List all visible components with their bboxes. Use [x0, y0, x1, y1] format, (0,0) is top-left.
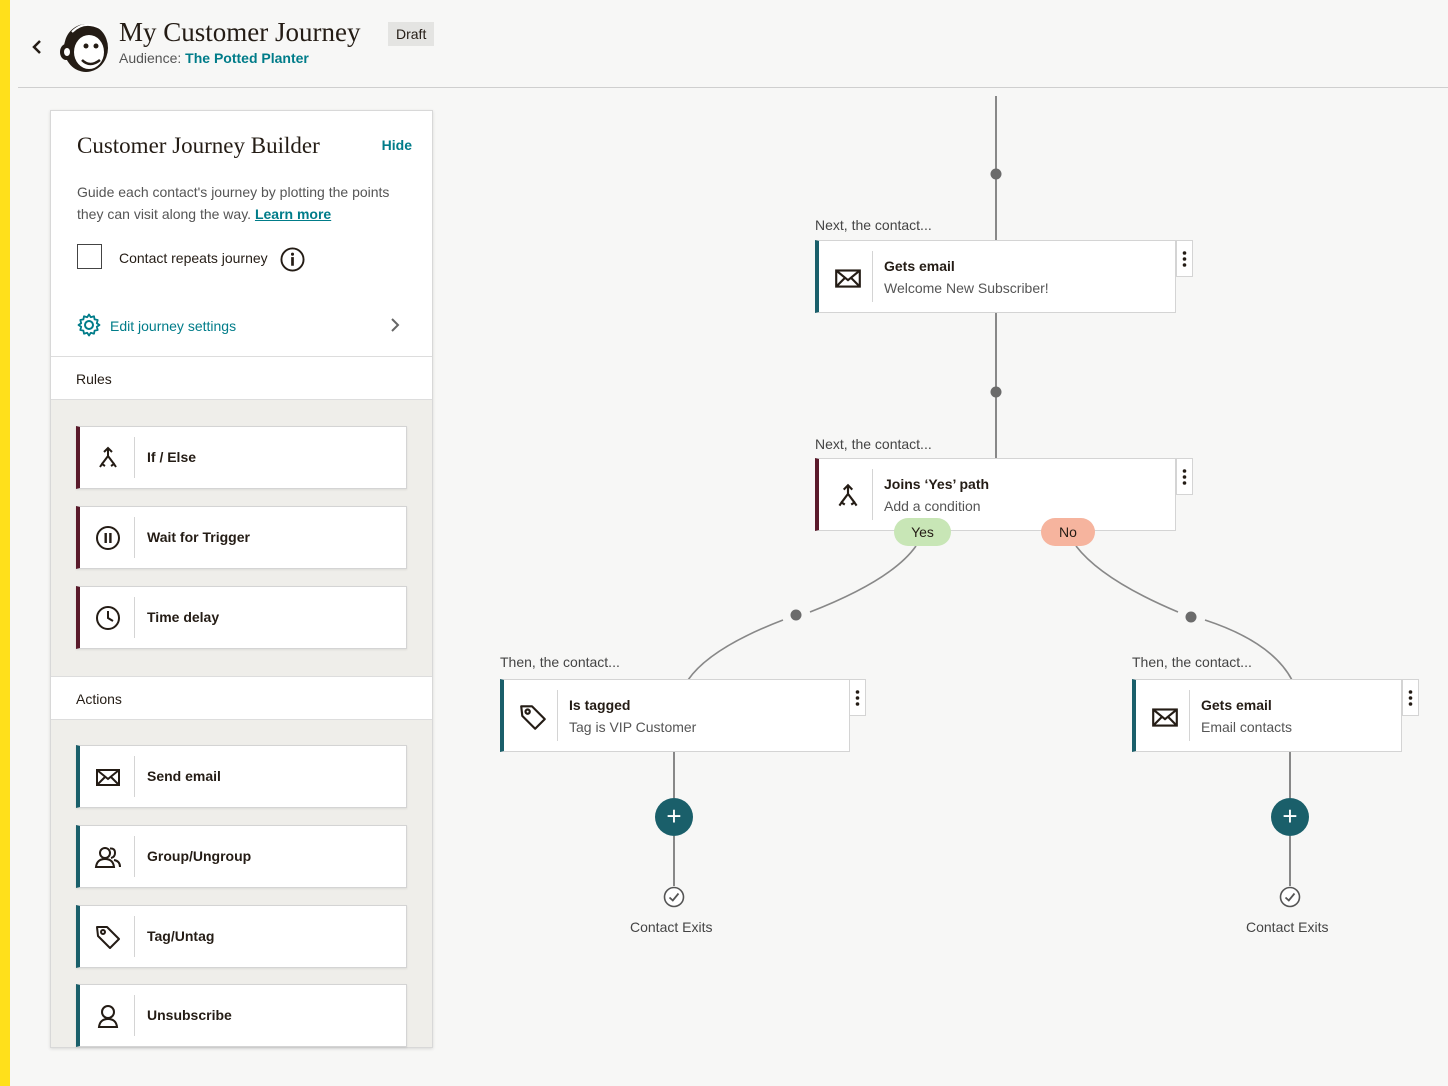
repeat-journey-checkbox[interactable] — [77, 244, 102, 269]
audience-label: Audience: — [119, 50, 182, 66]
step-prefix: Next, the contact... — [815, 436, 932, 452]
gear-icon — [77, 313, 101, 337]
hide-panel-button[interactable]: Hide — [382, 137, 412, 153]
step-prefix: Next, the contact... — [815, 217, 932, 233]
kebab-menu-icon — [855, 690, 860, 706]
panel-description: Guide each contact's journey by plotting… — [77, 181, 397, 225]
step-if-else[interactable]: Joins ‘Yes’ path Add a condition — [815, 458, 1176, 531]
step-title: Is tagged — [569, 697, 631, 713]
tag-icon — [520, 705, 546, 730]
tile-separator — [134, 995, 135, 1036]
branch-icon — [99, 446, 117, 468]
action-send-email[interactable]: Send email — [76, 745, 407, 808]
step-prefix: Then, the contact... — [500, 654, 620, 670]
contact-exits-label: Contact Exits — [1246, 919, 1329, 935]
action-unsubscribe[interactable]: Unsubscribe — [76, 984, 407, 1047]
step-subtitle: Welcome New Subscriber! — [884, 280, 1049, 296]
actions-section-header: Actions — [51, 676, 432, 720]
envelope-icon — [1152, 708, 1178, 727]
envelope-icon — [835, 269, 861, 288]
repeat-journey-label: Contact repeats journey — [119, 250, 268, 266]
tag-icon — [96, 926, 120, 949]
journey-canvas[interactable]: Next, the contact... Gets email Welcome … — [440, 90, 1448, 1086]
branch-icon — [838, 483, 858, 507]
step-gets-email[interactable]: Gets email Email contacts — [1132, 679, 1402, 752]
audience-name[interactable]: The Potted Planter — [185, 50, 309, 66]
yes-path-pill[interactable]: Yes — [894, 518, 951, 546]
kebab-menu-icon — [1182, 251, 1187, 267]
action-tag-untag[interactable]: Tag/Untag — [76, 905, 407, 968]
learn-more-link[interactable]: Learn more — [255, 206, 331, 222]
audience-info: Audience: The Potted Planter — [119, 50, 309, 66]
step-gets-email[interactable]: Gets email Welcome New Subscriber! — [815, 240, 1176, 313]
step-menu-button[interactable] — [1176, 458, 1193, 495]
step-title: Gets email — [1201, 697, 1272, 713]
panel-title: Customer Journey Builder — [77, 133, 320, 158]
rule-time-delay[interactable]: Time delay — [76, 586, 407, 649]
step-is-tagged[interactable]: Is tagged Tag is VIP Customer — [500, 679, 850, 752]
tile-separator — [134, 916, 135, 957]
tile-separator — [134, 437, 135, 478]
rule-label: Wait for Trigger — [147, 529, 250, 545]
tile-separator — [134, 836, 135, 877]
actions-heading: Actions — [76, 691, 122, 707]
settings-label: Edit journey settings — [110, 318, 237, 334]
description-text: Guide each contact's journey by plotting… — [77, 184, 390, 222]
rule-label: Time delay — [147, 609, 220, 625]
step-menu-button[interactable] — [1402, 679, 1419, 716]
check-circle-icon — [1279, 886, 1301, 908]
rule-label: If / Else — [147, 449, 197, 465]
add-step-button[interactable]: + — [1271, 798, 1309, 836]
action-group-ungroup[interactable]: Group/Ungroup — [76, 825, 407, 888]
rules-heading: Rules — [76, 371, 112, 387]
node-separator — [872, 469, 873, 520]
step-subtitle: Email contacts — [1201, 719, 1293, 735]
tile-separator — [134, 756, 135, 797]
kebab-menu-icon — [1182, 469, 1187, 485]
chevron-right-icon — [391, 318, 400, 332]
action-label: Unsubscribe — [147, 1007, 232, 1023]
rule-wait-for-trigger[interactable]: Wait for Trigger — [76, 506, 407, 569]
step-menu-button[interactable] — [849, 679, 866, 716]
status-badge: Draft — [388, 22, 435, 46]
envelope-icon — [96, 769, 120, 786]
back-button[interactable] — [30, 34, 48, 60]
top-bar: My Customer Journey Draft Audience: The … — [18, 0, 1448, 88]
edit-journey-settings[interactable]: Edit journey settings — [51, 308, 432, 344]
kebab-menu-icon — [1408, 690, 1413, 706]
contact-exits-label: Contact Exits — [630, 919, 713, 935]
pause-circle-icon — [96, 526, 120, 550]
step-menu-button[interactable] — [1176, 240, 1193, 277]
node-separator — [1189, 690, 1190, 741]
brand-accent-bar — [0, 0, 10, 1086]
action-label: Group/Ungroup — [147, 848, 252, 864]
person-icon — [97, 1005, 119, 1028]
panel-header: Customer Journey Builder Hide Guide each… — [51, 111, 432, 357]
step-subtitle: Tag is VIP Customer — [569, 719, 697, 735]
journey-title[interactable]: My Customer Journey — [119, 17, 360, 48]
action-label: Send email — [147, 768, 221, 784]
add-step-button[interactable]: + — [655, 798, 693, 836]
clock-icon — [96, 606, 120, 630]
rule-if-else[interactable]: If / Else — [76, 426, 407, 489]
no-path-pill[interactable]: No — [1041, 518, 1095, 546]
tile-separator — [134, 597, 135, 638]
step-subtitle: Add a condition — [884, 498, 981, 514]
step-title: Gets email — [884, 258, 955, 274]
step-prefix: Then, the contact... — [1132, 654, 1252, 670]
step-title: Joins ‘Yes’ path — [884, 476, 990, 492]
check-circle-icon — [663, 886, 685, 908]
rules-section-header: Rules — [51, 356, 432, 400]
chevron-left-icon — [32, 40, 41, 54]
node-separator — [557, 690, 558, 741]
action-label: Tag/Untag — [147, 928, 215, 944]
node-separator — [872, 251, 873, 302]
info-icon[interactable] — [280, 247, 305, 272]
journey-builder-panel: Customer Journey Builder Hide Guide each… — [50, 110, 433, 1048]
mailchimp-logo[interactable] — [58, 18, 112, 76]
tile-separator — [134, 517, 135, 558]
monkey-logo-icon — [60, 23, 108, 72]
people-icon — [94, 847, 121, 868]
